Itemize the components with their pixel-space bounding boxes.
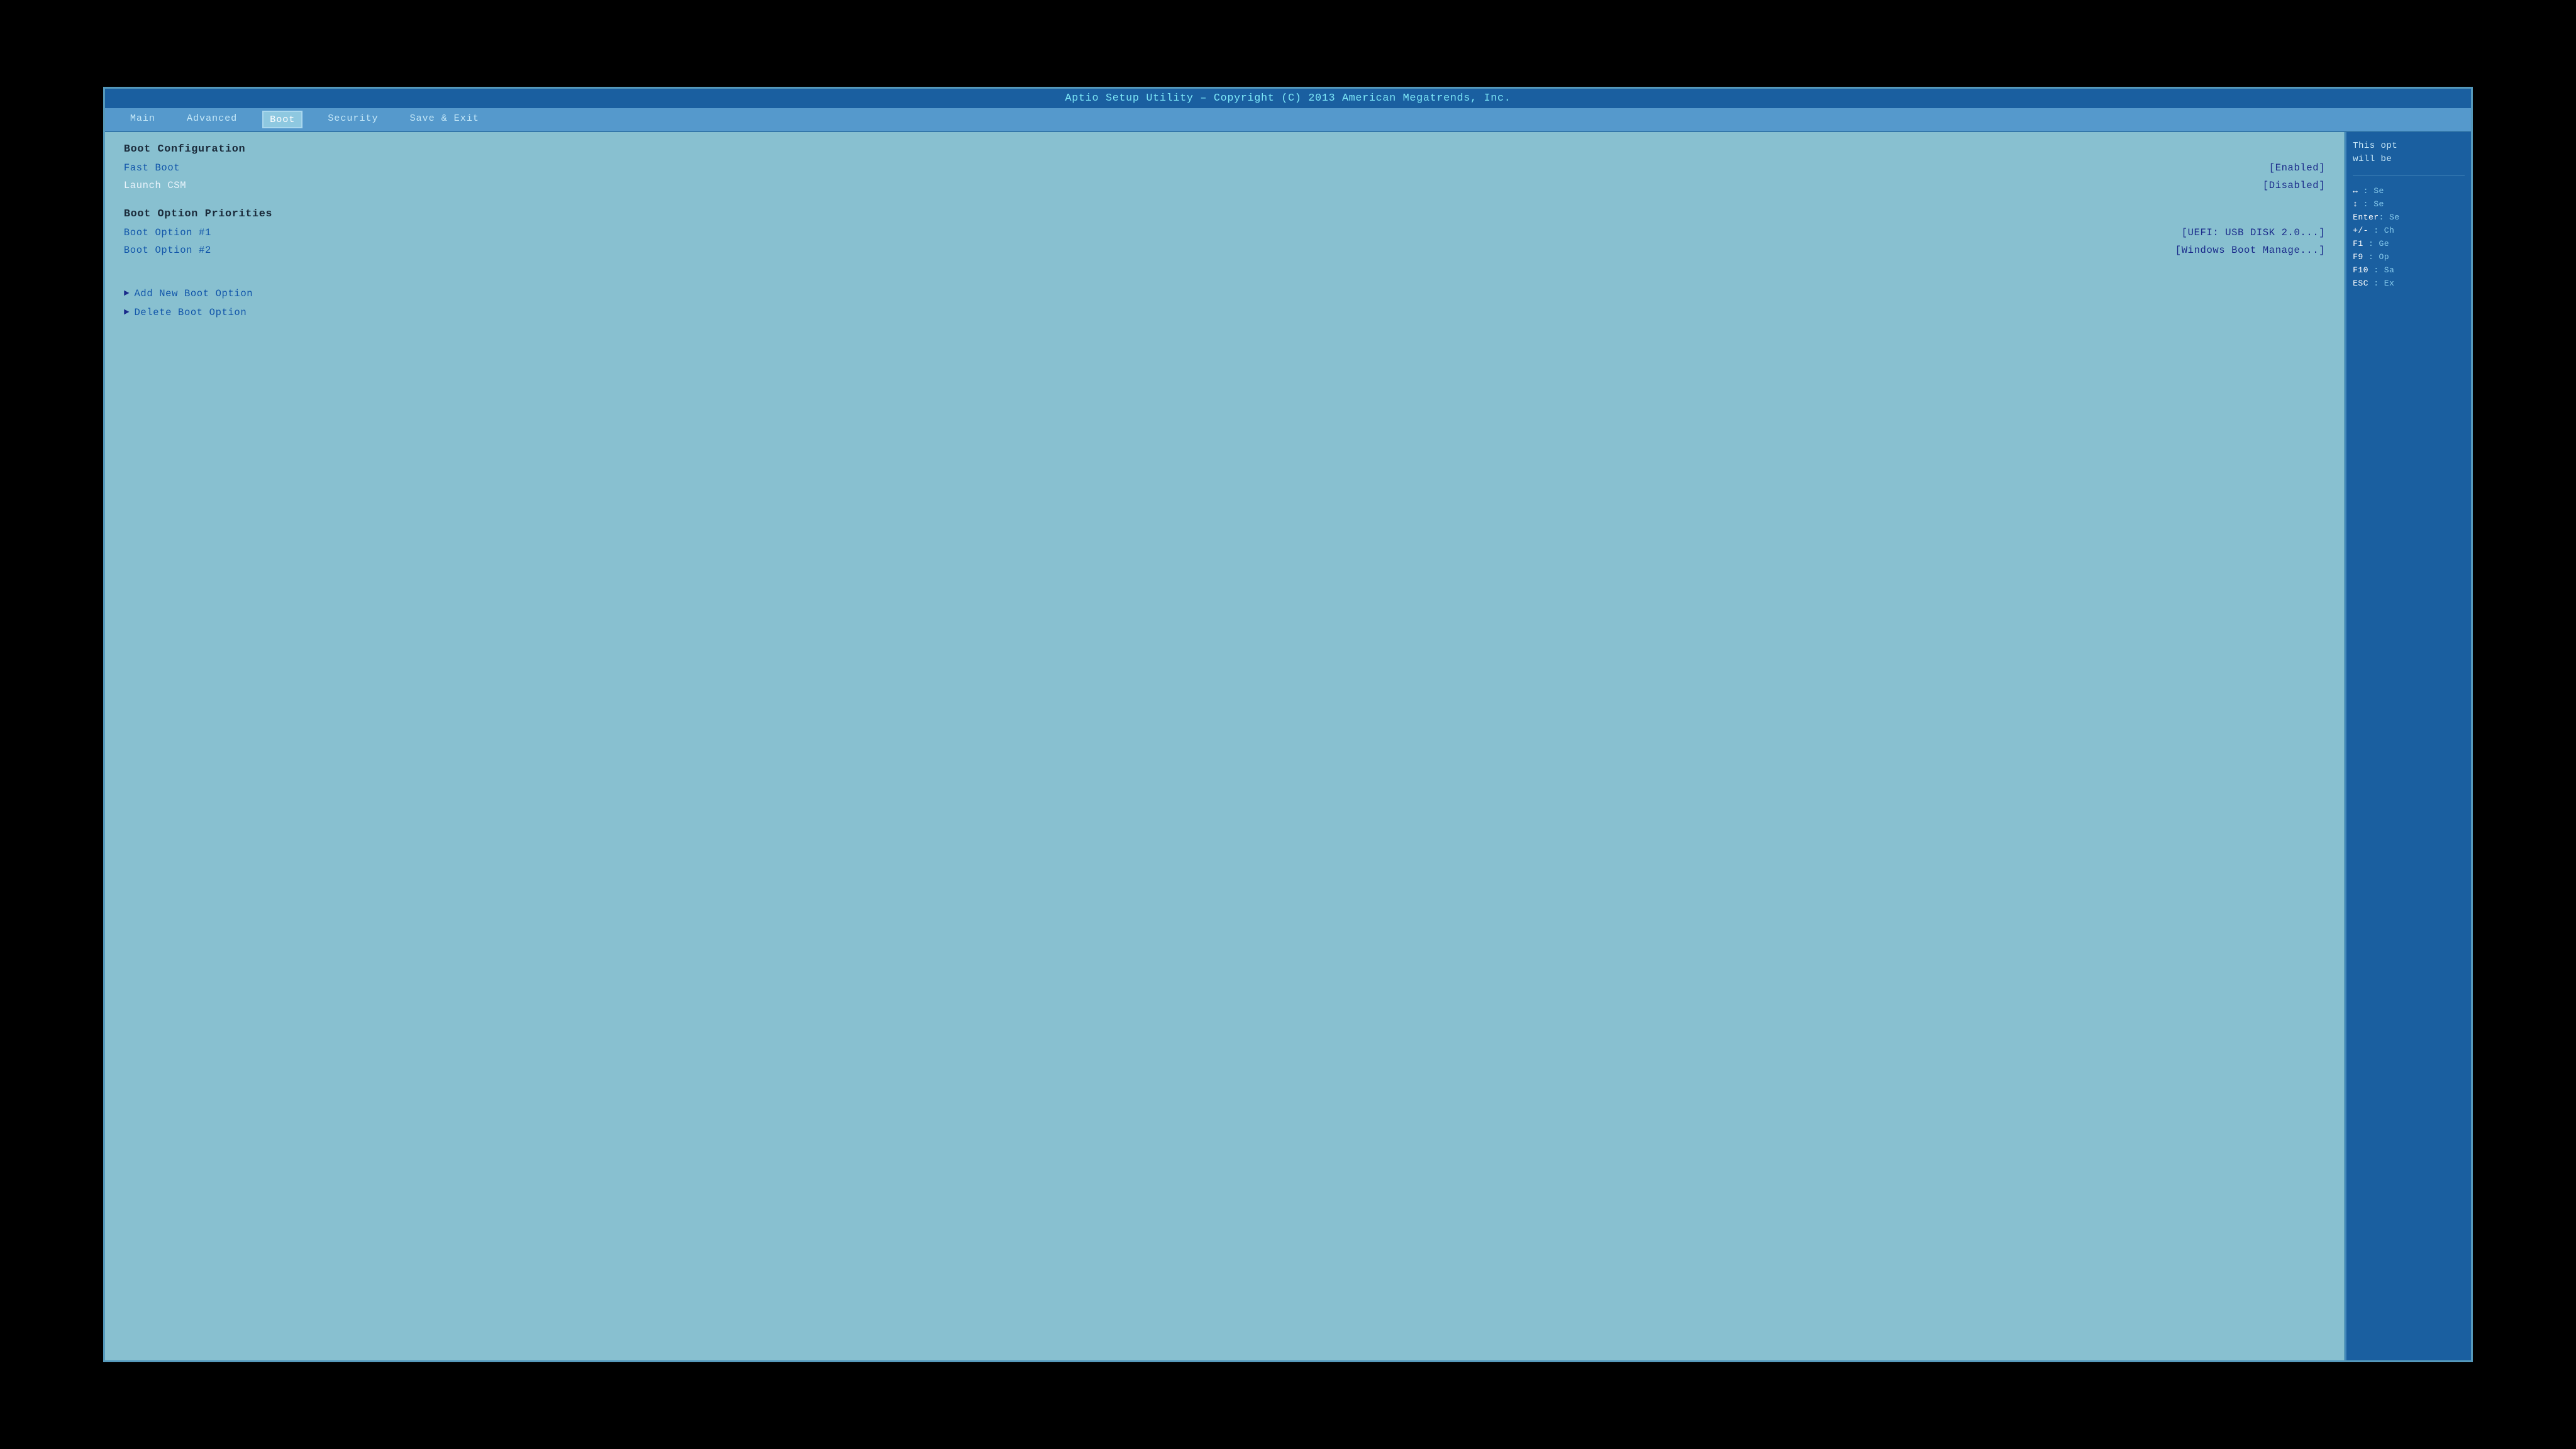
tab-main[interactable]: Main: [124, 111, 162, 128]
boot-option-1-label: Boot Option #1: [124, 227, 211, 238]
boot-option-1-row[interactable]: Boot Option #1 [UEFI: USB DISK 2.0...]: [124, 225, 2325, 240]
help-description: This opt will be: [2353, 140, 2465, 166]
boot-option-2-value: [Windows Boot Manage...]: [2175, 245, 2325, 256]
bios-screen: Aptio Setup Utility – Copyright (C) 2013…: [103, 87, 2473, 1362]
nav-tabs: Main Advanced Boot Security Save & Exit: [105, 108, 2471, 132]
boot-config-header: Boot Configuration: [124, 143, 2325, 155]
boot-priorities-header: Boot Option Priorities: [124, 208, 2325, 220]
delete-boot-label: Delete Boot Option: [134, 307, 247, 318]
add-new-boot-option-row[interactable]: ► Add New Boot Option: [124, 286, 2325, 302]
gap-1: [124, 196, 2325, 206]
fast-boot-value: [Enabled]: [2269, 162, 2325, 174]
content-panel: Boot Configuration Fast Boot [Enabled] L…: [105, 132, 2345, 1360]
gap-2: [124, 260, 2325, 270]
arrow-icon-2: ►: [124, 308, 130, 318]
shortcut-arrows-lr: ↔ : Se: [2353, 184, 2465, 197]
tab-save-exit[interactable]: Save & Exit: [404, 111, 486, 128]
launch-csm-value: [Disabled]: [2263, 180, 2325, 191]
shortcuts-list: ↔ : Se ↕ : Se Enter: Se +/- : Ch F1 : Ge…: [2353, 184, 2465, 290]
boot-option-1-value: [UEFI: USB DISK 2.0...]: [2182, 227, 2325, 238]
launch-csm-label: Launch CSM: [124, 180, 186, 191]
help-line2: will be: [2353, 154, 2392, 164]
launch-csm-row[interactable]: Launch CSM [Disabled]: [124, 178, 2325, 193]
title-text: Aptio Setup Utility – Copyright (C) 2013…: [1065, 92, 1511, 104]
help-line1: This opt: [2353, 141, 2397, 151]
shortcut-plusminus: +/- : Ch: [2353, 224, 2465, 237]
main-content: Boot Configuration Fast Boot [Enabled] L…: [105, 132, 2471, 1360]
boot-option-2-row[interactable]: Boot Option #2 [Windows Boot Manage...]: [124, 243, 2325, 258]
shortcut-enter: Enter: Se: [2353, 211, 2465, 224]
delete-boot-option-row[interactable]: ► Delete Boot Option: [124, 304, 2325, 321]
fast-boot-row[interactable]: Fast Boot [Enabled]: [124, 160, 2325, 175]
arrow-icon-1: ►: [124, 289, 130, 299]
tab-security[interactable]: Security: [321, 111, 384, 128]
add-new-boot-label: Add New Boot Option: [134, 288, 253, 299]
help-panel: This opt will be ↔ : Se ↕ : Se Enter: Se…: [2345, 132, 2471, 1360]
gap-3: [124, 273, 2325, 283]
title-bar: Aptio Setup Utility – Copyright (C) 2013…: [105, 89, 2471, 108]
tab-advanced[interactable]: Advanced: [180, 111, 243, 128]
fast-boot-label: Fast Boot: [124, 162, 180, 174]
shortcut-f10: F10 : Sa: [2353, 264, 2465, 277]
tab-boot[interactable]: Boot: [262, 111, 303, 128]
shortcut-f1: F1 : Ge: [2353, 237, 2465, 250]
shortcut-arrows-ud: ↕ : Se: [2353, 197, 2465, 211]
shortcut-f9: F9 : Op: [2353, 250, 2465, 264]
shortcut-esc: ESC : Ex: [2353, 277, 2465, 290]
boot-option-2-label: Boot Option #2: [124, 245, 211, 256]
